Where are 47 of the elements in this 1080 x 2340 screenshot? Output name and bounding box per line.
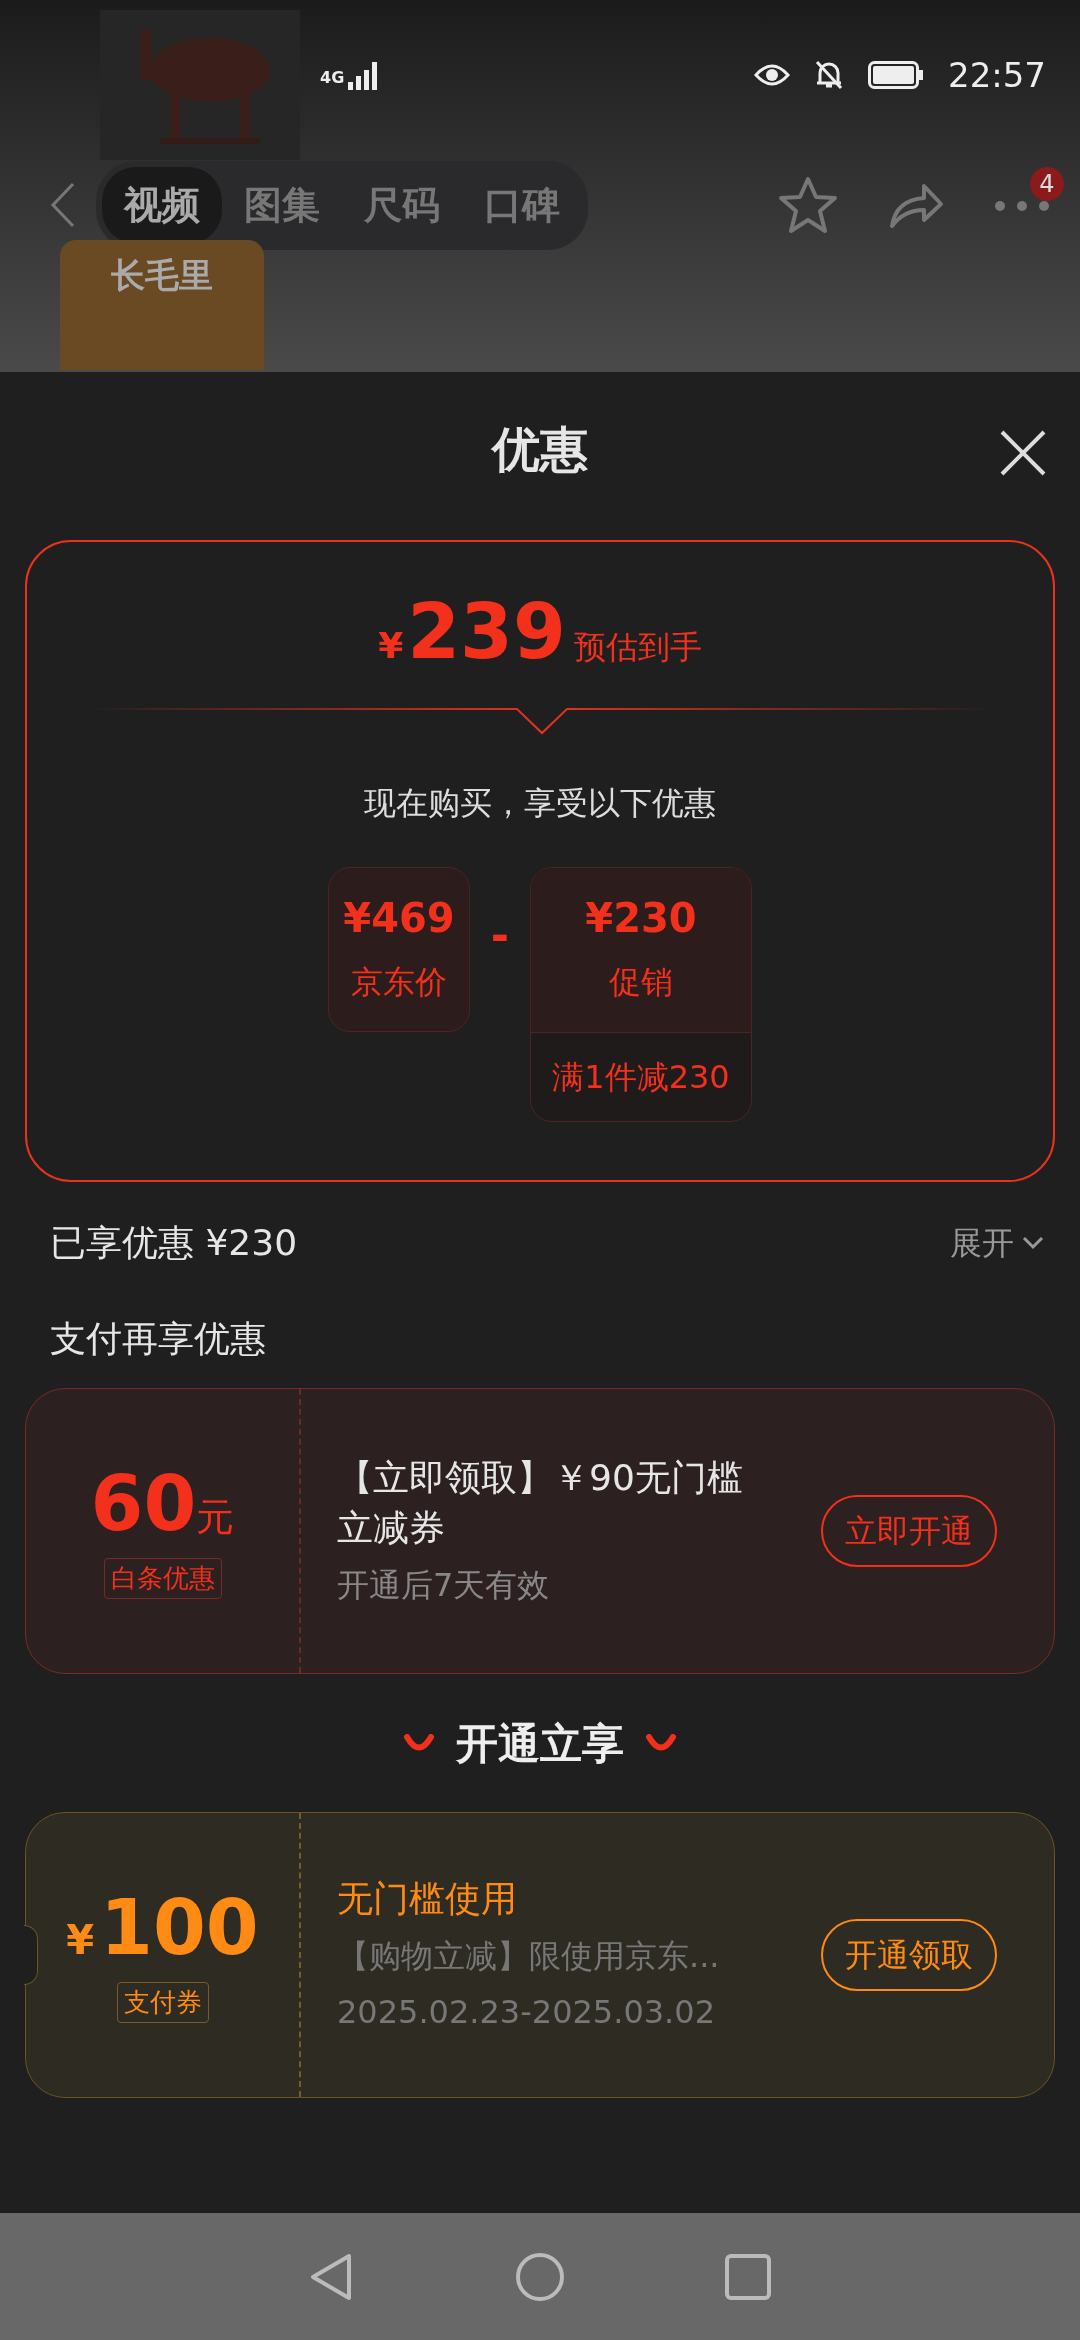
coupon-amount: 60 (90, 1463, 197, 1544)
minus-sign: - (489, 909, 511, 963)
sheet-title: 优惠 (492, 420, 588, 479)
currency-symbol: ¥ (378, 624, 404, 668)
coupon-tag: 支付券 (116, 1981, 209, 2023)
thumbnail-label: 长毛里 (110, 254, 214, 297)
coupon-title: 【立即领取】￥90无门槛立减券 (337, 1455, 744, 1550)
coupon-title: 无门槛使用 (337, 1876, 518, 1921)
star-icon[interactable] (778, 176, 838, 234)
more-icon[interactable] (994, 199, 1050, 212)
promo-rule: 满1件减230 (551, 1057, 731, 1098)
notification-count: 4 (1030, 167, 1064, 201)
tab[interactable]: 图集 (222, 166, 342, 244)
section-title: 开通立享 (456, 1717, 624, 1770)
promo-label: 促销 (608, 962, 674, 1003)
eye-icon (754, 63, 790, 87)
validity-text: 开通后7天有效 (337, 1565, 551, 1607)
time-label: 22:57 (948, 53, 1046, 97)
back-icon[interactable] (50, 182, 76, 228)
coupon-button[interactable]: 开通领取 (821, 1919, 997, 1991)
promo-price: ¥230 (584, 894, 698, 943)
base-label: 京东价 (350, 962, 448, 1003)
discount-summary: 已享优惠 ¥230 (50, 1221, 298, 1265)
tab[interactable]: 口碑 (462, 166, 582, 244)
smile-icon (404, 1734, 434, 1752)
currency-symbol: ¥ (66, 1915, 95, 1965)
unit-label: 元 (196, 1493, 235, 1541)
estimate-label: 预估到手 (573, 627, 702, 668)
smile-icon (646, 1734, 676, 1752)
muted-bell-icon (814, 59, 844, 91)
validity-text: 2025.02.23-2025.03.02 (337, 1992, 716, 2034)
close-icon[interactable] (1000, 430, 1046, 476)
base-price: ¥469 (342, 894, 456, 943)
recents-icon[interactable] (725, 2253, 771, 2300)
home-icon[interactable] (515, 2251, 565, 2302)
intro-text: 现在购买，享受以下优惠 (363, 783, 717, 824)
coupon-amount: 100 (100, 1887, 259, 1968)
tab[interactable]: 尺码 (342, 166, 462, 244)
coupon-description: 【购物立减】限使用京东... (337, 1936, 721, 1978)
network-label: 4G (320, 67, 345, 89)
section-title: 支付再享优惠 (49, 1317, 267, 1361)
estimated-price: 239 (407, 594, 566, 670)
coupon-button[interactable]: 立即开通 (821, 1495, 997, 1567)
battery-icon (868, 61, 924, 89)
chevron-down-icon (1022, 1236, 1044, 1250)
expand-toggle[interactable]: 展开 (950, 1219, 1044, 1267)
coupon-tag: 白条优惠 (103, 1557, 222, 1599)
